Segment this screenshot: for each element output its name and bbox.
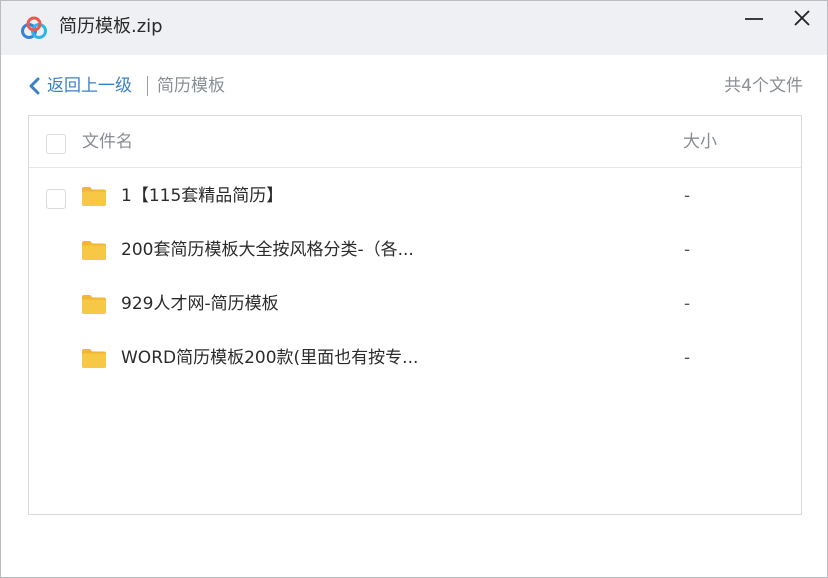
row-checkbox[interactable]	[46, 189, 66, 209]
folder-icon	[82, 349, 106, 368]
back-button[interactable]: 返回上一级	[27, 73, 132, 99]
file-name: 1【115套精品简历】	[121, 186, 284, 206]
file-count-label: 共4个文件	[724, 76, 803, 96]
file-size: -	[684, 294, 691, 314]
file-size: -	[684, 240, 691, 260]
minimize-button[interactable]	[739, 9, 769, 31]
file-name: 200套简历模板大全按风格分类-（各...	[121, 240, 414, 260]
folder-icon	[82, 241, 106, 260]
navigation-bar: 返回上一级 简历模板 共4个文件	[27, 73, 803, 99]
breadcrumb-current: 简历模板	[157, 76, 225, 96]
nav-separator	[147, 76, 148, 96]
close-icon	[794, 10, 810, 26]
file-name: 929人才网-简历模板	[121, 294, 279, 314]
window-title: 简历模板.zip	[59, 16, 163, 37]
list-item[interactable]: 1【115套精品简历】 -	[29, 169, 801, 223]
file-list: 文件名 大小 1【115套精品简历】 - 200套简历模板大全按风格分类-（各.…	[28, 115, 802, 515]
list-item[interactable]: 200套简历模板大全按风格分类-（各... -	[29, 223, 801, 277]
list-header: 文件名 大小	[29, 116, 801, 168]
select-all-checkbox[interactable]	[46, 134, 66, 154]
minimize-icon	[745, 18, 763, 20]
back-label: 返回上一级	[47, 76, 132, 96]
chevron-left-icon	[29, 77, 40, 95]
column-header-size[interactable]: 大小	[683, 130, 717, 154]
file-name: WORD简历模板200款(里面也有按专...	[121, 348, 419, 368]
file-size: -	[684, 186, 691, 206]
list-item[interactable]: WORD简历模板200款(里面也有按专... -	[29, 331, 801, 385]
archive-preview-window: 简历模板.zip 返回上一级 简历模板 共4个文件 文件名 大小 1【115套精…	[0, 0, 828, 578]
list-item[interactable]: 929人才网-简历模板 -	[29, 277, 801, 331]
app-logo-icon	[21, 16, 47, 39]
folder-icon	[82, 187, 106, 206]
column-header-name[interactable]: 文件名	[82, 130, 133, 154]
close-button[interactable]	[787, 9, 817, 31]
file-size: -	[684, 348, 691, 368]
folder-icon	[82, 295, 106, 314]
title-bar[interactable]: 简历模板.zip	[1, 1, 827, 55]
